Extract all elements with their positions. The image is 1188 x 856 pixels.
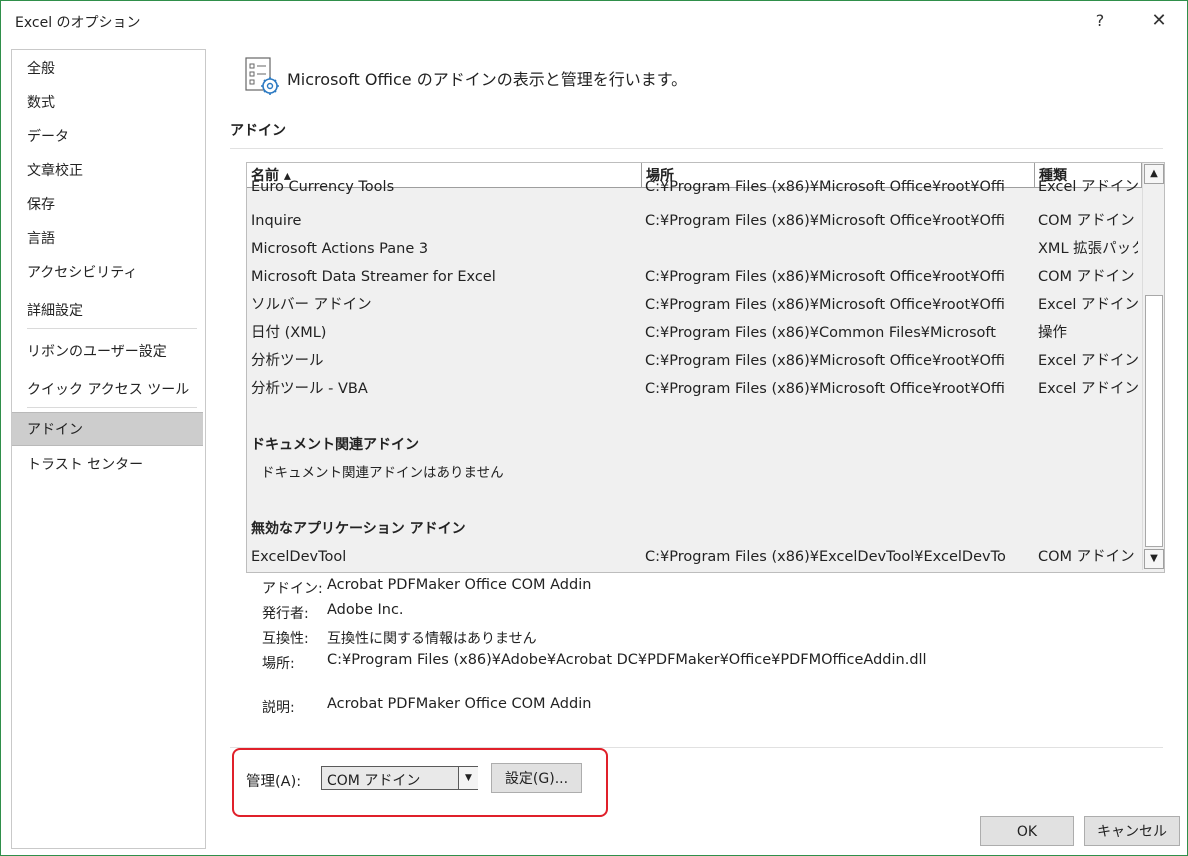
table-row-location[interactable]: C:¥Program Files (x86)¥Microsoft Office¥…	[645, 263, 1025, 291]
sidebar-item-general[interactable]: 全般	[12, 52, 203, 86]
sidebar-item-advanced[interactable]: 詳細設定	[12, 294, 203, 328]
sidebar-item-accessibility[interactable]: アクセシビリティ	[12, 256, 203, 290]
addins-list[interactable]: 名前 ▴ 場所 種類 Euro Currency Tools C:¥Progra…	[246, 162, 1165, 573]
table-row-location[interactable]: C:¥Program Files (x86)¥Microsoft Office¥…	[645, 291, 1025, 319]
manage-label: 管理(A):	[246, 774, 302, 790]
detail-value-description: Acrobat PDFMaker Office COM Addin	[327, 696, 592, 712]
sidebar-item-customize-ribbon[interactable]: リボンのユーザー設定	[12, 335, 203, 369]
table-row-type[interactable]: Excel アドイン	[1038, 375, 1138, 403]
detail-value-compat: 互換性に関する情報はありません	[327, 631, 537, 647]
cancel-button[interactable]: キャンセル	[1084, 816, 1180, 846]
page-description: Microsoft Office のアドインの表示と管理を行います。	[287, 70, 688, 89]
options-window: Excel のオプション ? ✕ 全般 数式 データ 文章校正 保存 言語 アク…	[0, 0, 1188, 856]
detail-label-addin: アドイン:	[262, 581, 323, 597]
sidebar-item-data[interactable]: データ	[12, 120, 203, 154]
table-row-type[interactable]: 操作	[1038, 319, 1138, 347]
detail-label-description: 説明:	[262, 700, 295, 716]
sidebar-item-proofing[interactable]: 文章校正	[12, 154, 203, 188]
detail-value-location: C:¥Program Files (x86)¥Adobe¥Acrobat DC¥…	[327, 652, 927, 668]
sidebar: 全般 数式 データ 文章校正 保存 言語 アクセシビリティ 詳細設定 リボンのユ…	[11, 49, 206, 849]
manage-dropdown[interactable]: COM アドイン ▼	[321, 766, 478, 790]
table-row-type[interactable]: COM アドイン	[1038, 263, 1138, 291]
title-bar: Excel のオプション ? ✕	[1, 1, 1187, 41]
table-row-name[interactable]: Euro Currency Tools	[251, 180, 631, 194]
close-button[interactable]: ✕	[1144, 7, 1174, 35]
group-header-disabled-addins: 無効なアプリケーション アドイン	[251, 521, 466, 537]
window-title: Excel のオプション	[15, 15, 141, 31]
sidebar-item-language[interactable]: 言語	[12, 222, 203, 256]
table-row-location[interactable]: C:¥Program Files (x86)¥ExcelDevTool¥Exce…	[645, 543, 1025, 571]
detail-label-publisher: 発行者:	[262, 606, 309, 622]
scroll-up-arrow-icon[interactable]: ▲	[1144, 164, 1164, 184]
table-row-location[interactable]: C:¥Program Files (x86)¥Microsoft Office¥…	[645, 207, 1025, 235]
table-row-name[interactable]: Microsoft Data Streamer for Excel	[251, 263, 631, 291]
sidebar-item-quick-access-toolbar[interactable]: クイック アクセス ツール バー	[12, 373, 203, 432]
table-row-name[interactable]: Inquire	[251, 207, 631, 235]
table-row-type[interactable]: XML 拡張パック	[1038, 235, 1138, 263]
table-row-name[interactable]: 分析ツール	[251, 347, 631, 375]
sidebar-divider	[27, 407, 197, 408]
ok-button[interactable]: OK	[980, 816, 1074, 846]
table-row-name[interactable]: 日付 (XML)	[251, 319, 631, 347]
table-row-name[interactable]: 分析ツール - VBA	[251, 375, 631, 403]
detail-label-compat: 互換性:	[262, 631, 309, 647]
section-divider	[230, 148, 1163, 149]
go-button[interactable]: 設定(G)...	[491, 763, 582, 793]
table-row-name[interactable]: ソルバー アドイン	[251, 291, 631, 319]
detail-label-location: 場所:	[262, 656, 295, 672]
table-row-type[interactable]: COM アドイン	[1038, 543, 1138, 571]
help-button[interactable]: ?	[1085, 7, 1115, 35]
table-row-location[interactable]: C:¥Program Files (x86)¥Microsoft Office¥…	[645, 375, 1025, 403]
addin-settings-icon	[245, 57, 279, 95]
empty-group-message: ドキュメント関連アドインはありません	[261, 465, 504, 481]
table-row-location[interactable]	[645, 235, 1025, 263]
table-row-type[interactable]: Excel アドイン	[1038, 291, 1138, 319]
scrollbar-thumb[interactable]	[1145, 295, 1163, 547]
table-row-location[interactable]: C:¥Program Files (x86)¥Microsoft Office¥…	[645, 347, 1025, 375]
sidebar-divider	[27, 328, 197, 329]
sidebar-item-save[interactable]: 保存	[12, 188, 203, 222]
table-row-type[interactable]: Excel アドイン	[1038, 180, 1138, 194]
table-row-name[interactable]: ExcelDevTool	[251, 543, 631, 571]
group-header-document-addins: ドキュメント関連アドイン	[251, 437, 419, 453]
sidebar-item-trust-center[interactable]: トラスト センター	[12, 448, 203, 482]
vertical-scrollbar[interactable]: ▲ ▼	[1142, 163, 1164, 570]
table-row-type[interactable]: Excel アドイン	[1038, 347, 1138, 375]
section-title: アドイン	[230, 123, 286, 139]
table-row-location[interactable]: C:¥Program Files (x86)¥Microsoft Office¥…	[645, 180, 1025, 194]
manage-dropdown-value: COM アドイン	[327, 773, 421, 789]
chevron-down-icon[interactable]: ▼	[458, 767, 478, 789]
table-row-location[interactable]: C:¥Program Files (x86)¥Common Files¥Micr…	[645, 319, 1025, 347]
table-row-name[interactable]: Microsoft Actions Pane 3	[251, 235, 631, 263]
table-row-type[interactable]: COM アドイン	[1038, 207, 1138, 235]
scroll-down-arrow-icon[interactable]: ▼	[1144, 549, 1164, 569]
sidebar-item-addins[interactable]: アドイン	[12, 412, 203, 446]
detail-value-addin: Acrobat PDFMaker Office COM Addin	[327, 577, 592, 593]
detail-value-publisher: Adobe Inc.	[327, 602, 404, 618]
sidebar-item-formulas[interactable]: 数式	[12, 86, 203, 120]
